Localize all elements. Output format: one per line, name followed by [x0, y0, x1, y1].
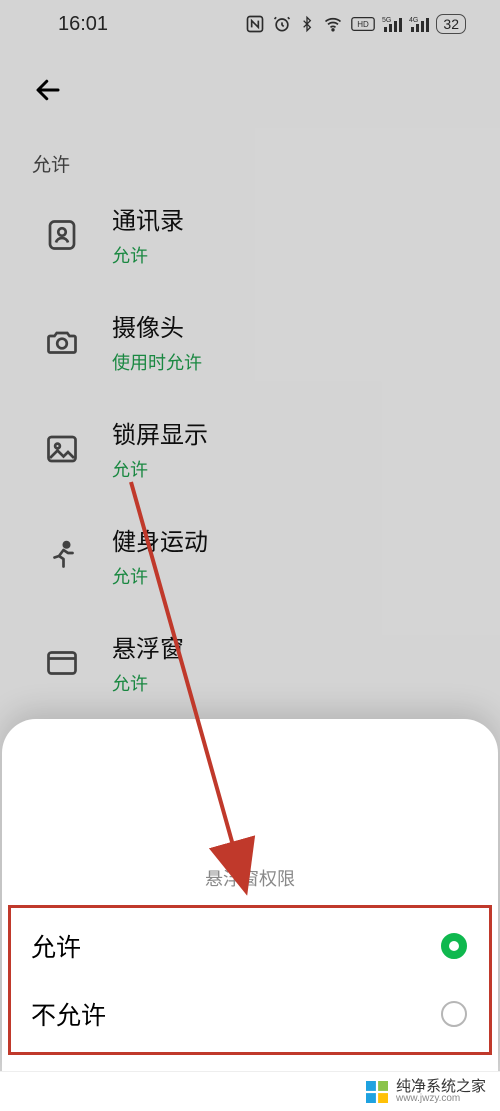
- running-icon: [40, 534, 84, 578]
- option-allow[interactable]: 允许: [11, 912, 489, 980]
- battery-indicator: 32: [436, 14, 466, 34]
- option-label: 允许: [31, 928, 81, 964]
- row-title: 健身运动: [112, 522, 208, 557]
- svg-text:5G: 5G: [382, 17, 391, 24]
- row-title: 悬浮窗: [112, 629, 184, 664]
- section-label: 允许: [0, 132, 500, 181]
- signal-4g-icon: 4G: [409, 15, 429, 33]
- highlight-box: 允许 不允许: [8, 905, 492, 1055]
- svg-text:HD: HD: [358, 20, 370, 29]
- permission-row-camera[interactable]: 摄像头 使用时允许: [0, 288, 500, 395]
- row-title: 摄像头: [112, 308, 202, 343]
- back-button[interactable]: [28, 70, 68, 110]
- row-status: 允许: [112, 456, 208, 482]
- option-label: 不允许: [31, 996, 106, 1032]
- header: [0, 48, 500, 132]
- hd-icon: HD: [351, 16, 375, 32]
- permission-row-lockscreen[interactable]: 锁屏显示 允许: [0, 395, 500, 502]
- row-title: 锁屏显示: [112, 415, 208, 450]
- watermark-footer: 纯净系统之家 www.jwzy.com: [0, 1071, 500, 1111]
- row-status: 使用时允许: [112, 349, 202, 375]
- watermark-text: 纯净系统之家: [396, 1079, 486, 1094]
- radio-checked-icon: [441, 933, 467, 959]
- status-bar: 16:01 HD 5G 4G 32: [0, 0, 500, 48]
- bluetooth-icon: [299, 14, 315, 34]
- row-status: 允许: [112, 563, 208, 589]
- status-icons: HD 5G 4G 32: [245, 14, 466, 34]
- option-deny[interactable]: 不允许: [11, 980, 489, 1048]
- bottom-sheet: 悬浮窗权限 允许 不允许: [2, 719, 498, 1071]
- permission-row-contacts[interactable]: 通讯录 允许: [0, 181, 500, 288]
- alarm-icon: [272, 14, 292, 34]
- watermark-url: www.jwzy.com: [396, 1094, 486, 1104]
- radio-unchecked-icon: [441, 1001, 467, 1027]
- arrow-left-icon: [33, 75, 63, 105]
- image-icon: [40, 427, 84, 471]
- permission-row-fitness[interactable]: 健身运动 允许: [0, 502, 500, 609]
- row-status: 允许: [112, 670, 184, 696]
- sheet-title: 悬浮窗权限: [2, 865, 498, 891]
- row-status: 允许: [112, 242, 184, 268]
- windows-logo-icon: [366, 1081, 388, 1103]
- camera-icon: [40, 320, 84, 364]
- window-icon: [40, 641, 84, 685]
- nfc-icon: [245, 14, 265, 34]
- svg-text:4G: 4G: [409, 17, 418, 24]
- contacts-icon: [40, 213, 84, 257]
- signal-5g-icon: 5G: [382, 15, 402, 33]
- status-time: 16:01: [58, 13, 108, 36]
- wifi-icon: [322, 14, 344, 34]
- permission-row-floatwindow[interactable]: 悬浮窗 允许: [0, 609, 500, 716]
- row-title: 通讯录: [112, 201, 184, 236]
